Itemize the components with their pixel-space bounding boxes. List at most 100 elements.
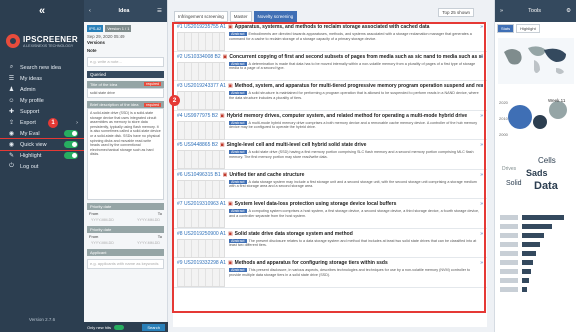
drawing-thumbnail[interactable] (177, 179, 225, 199)
applicant-input[interactable]: e.g. applicants with name as keywords (87, 259, 164, 270)
drawing-thumbnail[interactable] (177, 238, 225, 258)
result-item[interactable]: #3 US2019243377 A1 ▣ Method, system, and a… (173, 81, 487, 111)
expand-chevron-icon[interactable]: » (480, 201, 483, 207)
pdf-icon[interactable]: ▣ (228, 260, 233, 266)
drawing-thumbnail[interactable] (177, 268, 225, 287)
result-item[interactable]: #5 US9448865 B2 ▣ Single-level cell and mu… (173, 140, 487, 170)
expand-chevron-icon[interactable]: » (480, 142, 483, 148)
result-title[interactable]: Single-level cell and multi-level cell h… (227, 142, 367, 148)
description-textarea[interactable]: A solid-state drive (SSD) is a solid-sta… (87, 108, 164, 201)
patent-number-link[interactable]: #4 US9977975 B2 (177, 113, 218, 119)
to-date-input[interactable]: YYYY-MM-DD (135, 241, 162, 245)
result-title[interactable]: Methods and apparatus for configuring st… (235, 260, 388, 266)
my-eval-toggle[interactable] (64, 130, 78, 137)
patent-number-link[interactable]: #5 US9448865 B2 (177, 142, 218, 148)
pdf-icon[interactable]: ▣ (220, 113, 225, 119)
result-title[interactable]: Unified tier and cache structure (229, 172, 304, 178)
tab-infringement[interactable]: Infringement screening (174, 11, 228, 22)
drawing-thumbnail[interactable] (177, 209, 225, 228)
patent-number-link[interactable]: #1 US2019235755 A1 (177, 24, 226, 30)
result-title[interactable]: Hybrid memory drives, computer system, a… (227, 113, 468, 119)
drawing-thumbnail[interactable] (177, 91, 225, 110)
applicant-label: Applicant (90, 250, 107, 256)
export-icon: ⇪ (8, 120, 15, 126)
result-item[interactable]: #9 US2019332298 A1 ▣ Methods and apparatus… (173, 258, 487, 288)
search-button[interactable]: Search (142, 323, 165, 331)
result-abstract: Abstract A computing system comprises a h… (229, 209, 483, 228)
result-title[interactable]: Solid state drive data storage system an… (235, 231, 353, 237)
from-date-input[interactable]: YYYY-MM-DD (89, 241, 116, 245)
patent-number-link[interactable]: #2 US10334008 B2 (177, 54, 221, 60)
drawing-thumbnail[interactable] (177, 150, 225, 169)
tab-highlight[interactable]: Highlight (516, 24, 540, 33)
patent-number-link[interactable]: #8 US2019250900 A1 (177, 231, 226, 237)
panel-collapse-icon[interactable]: ‹ (89, 8, 91, 14)
nav-item-quick-view[interactable]: ◉ Quick view (0, 138, 85, 151)
result-item[interactable]: #6 US10496315 B1 ▣ Unified tier and cache … (173, 170, 487, 199)
nav-item-search-new-idea[interactable]: ⌕ Search new idea (0, 62, 84, 73)
pdf-icon[interactable]: ▣ (223, 172, 228, 178)
expand-chevron-icon[interactable]: » (480, 83, 483, 89)
only-new-hits-toggle[interactable] (114, 324, 125, 330)
left-nav: « IPSCREENER A LEXISNEXIS TECHNOLOGY ⌕ Se… (0, 0, 85, 332)
pdf-icon[interactable]: ▣ (220, 142, 225, 148)
chevron-right-icon: › (76, 119, 78, 126)
pdf-icon[interactable]: ▣ (223, 54, 228, 60)
nav-item-my-profile[interactable]: ☺ My profile (0, 95, 84, 106)
pdf-icon[interactable]: ▣ (228, 231, 233, 237)
to-date-input[interactable]: YYYY-MM-DD (135, 218, 162, 222)
tab-stats[interactable]: Stats (497, 24, 515, 33)
versions-label[interactable]: Versions (87, 40, 164, 46)
result-title[interactable]: Apparatus, systems, and methods to recla… (235, 24, 430, 30)
expand-chevron-icon[interactable]: » (480, 231, 483, 237)
expand-chevron-icon[interactable]: » (480, 113, 483, 119)
expand-chevron-icon[interactable]: » (480, 172, 483, 178)
pdf-icon[interactable]: ▣ (228, 201, 233, 207)
patent-number-link[interactable]: #9 US2019332298 A1 (177, 260, 226, 266)
patent-number-link[interactable]: #3 US2019243377 A1 (177, 83, 226, 89)
expand-chevron-icon[interactable]: » (480, 24, 483, 30)
pdf-icon[interactable]: ▣ (228, 83, 233, 89)
drawing-thumbnail[interactable] (177, 61, 225, 81)
result-item[interactable]: #8 US2019250900 A1 ▣ Solid state drive dat… (173, 229, 487, 258)
abstract-label: Abstract (229, 120, 247, 125)
step-badge-1: 1 (48, 118, 58, 128)
nav-item-my-ideas[interactable]: ☰ My ideas (0, 73, 84, 84)
pdf-icon[interactable]: ▣ (228, 24, 233, 30)
collapse-nav-icon[interactable]: « (0, 0, 84, 22)
top-results-select[interactable]: Top 25 shown (438, 8, 474, 17)
nav-item-my-eval[interactable]: ◉ My Eval (0, 128, 84, 139)
nav-item-support[interactable]: ✚ Support (0, 106, 84, 117)
note-input[interactable]: e.g. write a note... (87, 56, 164, 67)
patent-number-link[interactable]: #6 US10496315 B1 (177, 172, 221, 178)
nav-item-log-out[interactable]: ⏻ Log out (0, 161, 84, 172)
nav-item-export[interactable]: ⇪ Export › (0, 117, 84, 128)
from-date-input[interactable]: YYYY-MM-DD (89, 218, 116, 222)
result-item[interactable]: #1 US2019235755 A1 ▣ Apparatus, systems, a… (173, 22, 487, 52)
patent-number-link[interactable]: #7 US2019310963 A1 (177, 201, 226, 207)
nav-item-highlight[interactable]: ✎ Highlight (0, 150, 84, 161)
result-title[interactable]: System level data-loss protection using … (235, 201, 397, 207)
idea-version-badge[interactable]: Version 1 / 1 (105, 25, 132, 32)
word-cloud-word: Drives (502, 166, 517, 172)
tab-novelty[interactable]: Novelty screening (253, 11, 298, 22)
result-item[interactable]: #7 US2019310963 A1 ▣ System level data-los… (173, 199, 487, 229)
expand-chevron-icon[interactable]: » (480, 260, 483, 266)
abstract-text: A computing system comprises a host syst… (229, 209, 480, 218)
nav-label: Export (20, 119, 36, 126)
drawing-thumbnail[interactable] (177, 32, 225, 51)
result-item[interactable]: #2 US10334008 B2 ▣ Concurrent copying of f… (173, 52, 487, 81)
word-cloud: Cells Drives Sads Solid Data (498, 150, 573, 205)
highlight-toggle[interactable] (64, 152, 78, 159)
nav-item-admin[interactable]: ♟ Admin (0, 84, 84, 95)
expand-icon[interactable]: » (500, 8, 503, 14)
expand-chevron-icon[interactable]: » (480, 54, 483, 60)
drawing-thumbnail[interactable] (177, 120, 225, 140)
menu-icon[interactable]: ☰ (157, 8, 162, 14)
result-item[interactable]: #4 US9977975 B2 ▣ Hybrid memory drives, co… (173, 111, 487, 140)
title-input[interactable]: solid state drive (87, 87, 164, 99)
tab-master[interactable]: Master (229, 11, 252, 22)
quick-view-toggle[interactable] (64, 141, 78, 148)
result-title[interactable]: Method, system, and apparatus for multi-… (235, 83, 483, 89)
result-title[interactable]: Concurrent copying of first and second s… (229, 54, 483, 60)
